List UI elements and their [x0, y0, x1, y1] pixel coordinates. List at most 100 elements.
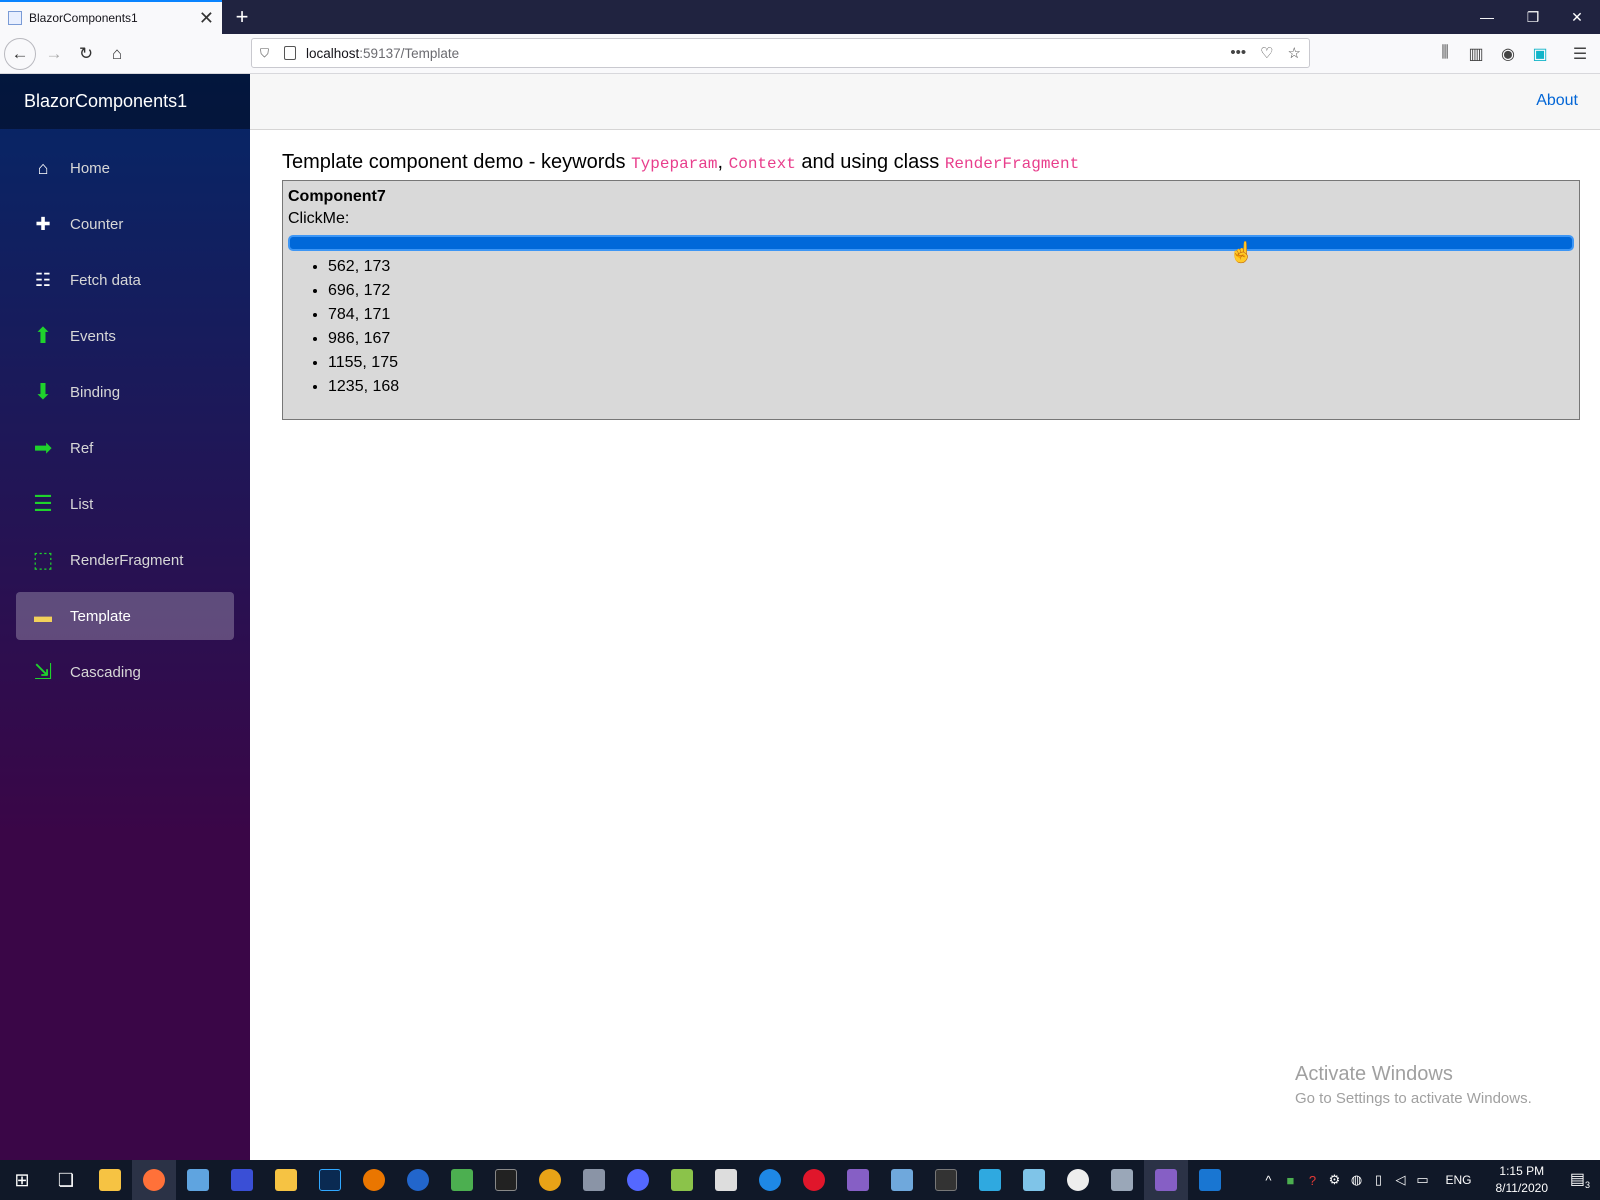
nav-item-renderfragment[interactable]: ⬚ RenderFragment: [16, 536, 234, 584]
forward-button[interactable]: →: [38, 38, 70, 70]
page-actions-icon[interactable]: •••: [1230, 44, 1246, 62]
url-path: :59137/Template: [359, 45, 460, 61]
usb-icon[interactable]: ▯: [1367, 1172, 1389, 1188]
terminal-app[interactable]: [484, 1160, 528, 1200]
account-icon[interactable]: ◉: [1498, 44, 1518, 64]
back-button[interactable]: ←: [4, 38, 36, 70]
list-item: 1155, 175: [328, 351, 1574, 375]
component-title: Component7: [288, 188, 386, 205]
pocket-icon[interactable]: ♡: [1260, 44, 1273, 62]
volume-icon[interactable]: ◁: [1389, 1172, 1411, 1188]
tray-app-icon[interactable]: ⚙: [1323, 1172, 1345, 1188]
restore-window-button[interactable]: ❐: [1510, 0, 1556, 34]
browser-tab[interactable]: BlazorComponents1 ✕: [0, 0, 222, 34]
taskbar-app[interactable]: [660, 1160, 704, 1200]
home-button[interactable]: ⌂: [101, 38, 133, 70]
app-icon: [407, 1169, 429, 1191]
chevron-up-icon[interactable]: ^: [1257, 1173, 1279, 1188]
taskbar-app[interactable]: [1100, 1160, 1144, 1200]
list-icon: ☰: [33, 491, 53, 516]
page-info-icon[interactable]: [284, 46, 296, 60]
app-icon: [715, 1169, 737, 1191]
taskbar-app[interactable]: [616, 1160, 660, 1200]
app-brand[interactable]: BlazorComponents1: [0, 74, 250, 129]
app-icon: [539, 1169, 561, 1191]
top-row: About: [250, 74, 1600, 130]
taskbar-app[interactable]: [704, 1160, 748, 1200]
nav-item-label: Cascading: [70, 663, 141, 681]
task-view-icon: ❏: [57, 1169, 75, 1190]
tray-app-icon[interactable]: ■: [1279, 1173, 1301, 1188]
clickme-bar[interactable]: [288, 235, 1574, 251]
visual-studio-app[interactable]: [1144, 1160, 1188, 1200]
plus-icon: ✚: [35, 213, 51, 234]
visual-studio-app[interactable]: [836, 1160, 880, 1200]
blender-app[interactable]: [352, 1160, 396, 1200]
arrow-down-icon: ⬇: [33, 379, 53, 404]
taskbar-app[interactable]: [396, 1160, 440, 1200]
notifications-button[interactable]: ▤3: [1560, 1169, 1600, 1190]
app-icon: [627, 1169, 649, 1191]
taskbar-app[interactable]: [440, 1160, 484, 1200]
nav-item-events[interactable]: ⬆ Events: [16, 312, 234, 360]
nav-item-home[interactable]: ⌂ Home: [16, 144, 234, 192]
nav-item-fetch-data[interactable]: ☷ Fetch data: [16, 256, 234, 304]
nav-item-label: RenderFragment: [70, 551, 184, 569]
nav-item-ref[interactable]: ➡ Ref: [16, 424, 234, 472]
library-icon[interactable]: ⫼: [1435, 44, 1455, 62]
task-view-button[interactable]: ❏: [44, 1160, 88, 1200]
taskbar-app[interactable]: [1012, 1160, 1056, 1200]
close-window-button[interactable]: ✕: [1554, 0, 1600, 34]
nav-item-counter[interactable]: ✚ Counter: [16, 200, 234, 248]
taskbar-app[interactable]: [880, 1160, 924, 1200]
heading-separator: ,: [717, 151, 729, 173]
minimize-window-button[interactable]: —: [1464, 0, 1510, 34]
taskbar-app[interactable]: [176, 1160, 220, 1200]
visual-studio-icon: [1155, 1169, 1177, 1191]
taskbar-app[interactable]: [748, 1160, 792, 1200]
reload-button[interactable]: ↻: [70, 38, 102, 70]
keyword-typeparam: Typeparam: [631, 155, 718, 173]
app-icon: [935, 1169, 957, 1191]
taskbar-app[interactable]: [572, 1160, 616, 1200]
watermark-subtitle: Go to Settings to activate Windows.: [1295, 1090, 1532, 1107]
opera-app[interactable]: [792, 1160, 836, 1200]
new-tab-button[interactable]: +: [232, 2, 252, 32]
close-tab-icon[interactable]: ✕: [199, 9, 214, 27]
photoshop-app[interactable]: [308, 1160, 352, 1200]
language-indicator[interactable]: ENG: [1445, 1173, 1471, 1187]
taskbar-app[interactable]: [1056, 1160, 1100, 1200]
address-bar[interactable]: ⛉ localhost:59137/Template ••• ♡ ☆: [251, 38, 1310, 68]
firefox-app[interactable]: [132, 1160, 176, 1200]
bookmark-star-icon[interactable]: ☆: [1288, 44, 1301, 62]
nav-item-template[interactable]: ▬ Template: [16, 592, 234, 640]
app-icon: [1111, 1169, 1133, 1191]
clock[interactable]: 1:15 PM 8/11/2020: [1496, 1163, 1549, 1197]
tracking-protection-icon[interactable]: ⛉: [260, 46, 278, 61]
heading-text-middle: and using class: [795, 151, 945, 173]
about-link[interactable]: About: [1536, 92, 1578, 110]
taskbar-app[interactable]: [1188, 1160, 1232, 1200]
nav-item-binding[interactable]: ⬇ Binding: [16, 368, 234, 416]
start-button[interactable]: ⊞: [0, 1160, 44, 1200]
help-icon[interactable]: ?: [1301, 1173, 1323, 1188]
taskbar-app[interactable]: [924, 1160, 968, 1200]
activate-windows-watermark: Activate Windows Go to Settings to activ…: [1295, 1063, 1532, 1107]
arrow-right-icon: →: [45, 44, 63, 63]
app-icon: [759, 1169, 781, 1191]
taskbar-app[interactable]: [264, 1160, 308, 1200]
menu-icon[interactable]: ☰: [1570, 44, 1590, 64]
file-explorer-app[interactable]: [88, 1160, 132, 1200]
nav-item-cascading[interactable]: ⇲ Cascading: [16, 648, 234, 696]
taskbar-app[interactable]: [968, 1160, 1012, 1200]
list-item: 784, 171: [328, 303, 1574, 327]
save-extension-icon[interactable]: ▣: [1530, 44, 1550, 64]
sidebar-toggle-icon[interactable]: ▥: [1466, 44, 1486, 64]
display-icon[interactable]: ▭: [1411, 1172, 1433, 1188]
network-icon[interactable]: ◍: [1345, 1172, 1367, 1188]
nav-item-list[interactable]: ☰ List: [16, 480, 234, 528]
taskbar-app[interactable]: [220, 1160, 264, 1200]
reload-icon: ↻: [78, 44, 94, 63]
arrow-right-icon: ➡: [33, 435, 53, 460]
taskbar-app[interactable]: [528, 1160, 572, 1200]
